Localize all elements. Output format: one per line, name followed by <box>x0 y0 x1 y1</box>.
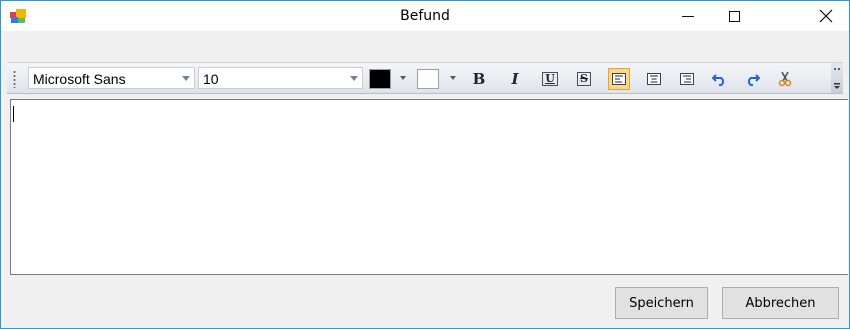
italic-button[interactable]: I <box>504 68 526 90</box>
minimize-icon <box>682 15 694 17</box>
strikethrough-icon: S <box>577 72 591 86</box>
align-right-icon <box>680 73 694 85</box>
app-icon <box>10 9 26 23</box>
align-center-icon <box>647 73 661 85</box>
bold-icon: B <box>472 70 486 88</box>
font-name-combo[interactable]: Microsoft Sans <box>28 67 195 89</box>
chevron-down-icon <box>350 76 358 81</box>
underline-icon: U <box>542 72 558 86</box>
scissors-icon <box>778 71 792 87</box>
redo-button[interactable] <box>741 68 763 90</box>
font-size-value: 10 <box>203 71 219 87</box>
italic-icon: I <box>511 70 519 88</box>
font-size-combo[interactable]: 10 <box>198 67 363 89</box>
font-name-value: Microsoft Sans <box>33 71 126 87</box>
chevron-down-icon <box>182 76 190 81</box>
maximize-button[interactable] <box>711 1 757 31</box>
cancel-button[interactable]: Abbrechen <box>722 287 839 319</box>
align-right-button[interactable] <box>676 68 698 90</box>
save-button[interactable]: Speichern <box>615 287 708 319</box>
close-icon <box>819 9 833 23</box>
align-center-button[interactable] <box>643 68 665 90</box>
align-left-icon <box>612 73 626 85</box>
title-bar[interactable]: Befund <box>1 1 849 31</box>
close-button[interactable] <box>803 1 849 31</box>
redo-icon <box>747 74 760 86</box>
fore-color-button[interactable] <box>369 69 391 89</box>
strikethrough-button[interactable]: S <box>573 68 595 90</box>
text-caret <box>13 106 14 122</box>
align-left-button[interactable] <box>608 68 630 90</box>
toolbar-overflow-button[interactable] <box>831 63 843 93</box>
cancel-button-label: Abbrechen <box>745 295 816 311</box>
fore-color-dropdown-icon[interactable] <box>400 76 406 80</box>
format-toolbar: Microsoft Sans 10 B I U S <box>7 62 843 94</box>
maximize-icon <box>728 10 740 22</box>
toolbar-grip-icon[interactable] <box>13 70 16 88</box>
rich-text-editor[interactable] <box>10 99 848 275</box>
overflow-icon <box>834 68 840 89</box>
underline-button[interactable]: U <box>539 68 561 90</box>
undo-button[interactable] <box>709 68 731 90</box>
bold-button[interactable]: B <box>468 68 490 90</box>
cut-button[interactable] <box>774 68 796 90</box>
undo-icon <box>712 74 725 86</box>
back-color-dropdown-icon[interactable] <box>450 76 456 80</box>
befund-window: Befund Microsoft Sans 10 B I U S Speiche… <box>0 0 850 329</box>
back-color-button[interactable] <box>417 69 439 89</box>
minimize-button[interactable] <box>665 1 711 31</box>
save-button-label: Speichern <box>629 295 694 311</box>
